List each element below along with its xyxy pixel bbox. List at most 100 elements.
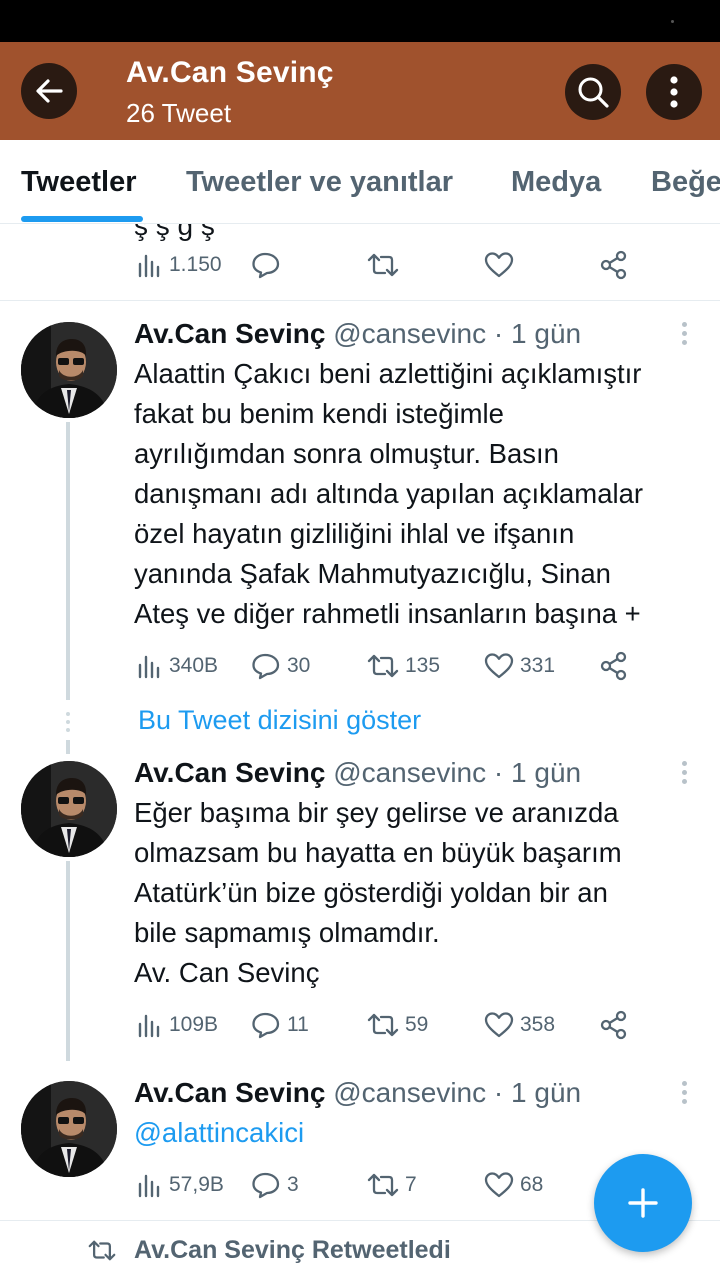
tweet-actions: 1.150 (137, 248, 637, 282)
like-button[interactable] (484, 248, 520, 282)
like-button[interactable]: 68 (484, 1168, 543, 1202)
tweet-header: Av.Can Sevinç @cansevinc · 1 gün (134, 1077, 581, 1109)
reply-icon (252, 252, 280, 279)
retweet-icon (367, 1173, 399, 1197)
author-handle[interactable]: @cansevinc (333, 318, 486, 349)
analytics-icon (138, 254, 160, 278)
status-bar (0, 0, 720, 42)
avatar[interactable] (21, 761, 117, 857)
tweet-line: ayrılığımdan sonra olmuştur. Basın (134, 438, 559, 469)
profile-header: Av.Can Sevinç 26 Tweet (0, 42, 720, 140)
analytics-icon (138, 655, 160, 679)
views-count: 1.150 (169, 253, 222, 276)
tweet-feed[interactable]: ş ş ğ ş 1.150 Av.Can Sevinç @cansevinc ·… (0, 224, 720, 1280)
compose-tweet-button[interactable] (594, 1154, 692, 1252)
reply-button[interactable]: 30 (251, 649, 310, 683)
reply-count: 3 (287, 1173, 299, 1196)
status-indicator (671, 20, 674, 23)
tab-media[interactable]: Medya (511, 166, 601, 199)
tweet-count: 26 Tweet (126, 98, 232, 128)
reply-button[interactable]: 3 (251, 1168, 299, 1202)
profile-photo (21, 1081, 117, 1177)
tweet-text: @alattincakici (134, 1113, 704, 1153)
retweeted-indicator: Av.Can Sevinç Retweetledi (88, 1236, 451, 1265)
heart-icon (484, 252, 514, 278)
mention-link[interactable]: @alattincakici (134, 1117, 304, 1148)
tweet-line: bile sapmamış olmamdır. (134, 917, 440, 948)
tab-tweets-and-replies[interactable]: Tweetler ve yanıtlar (186, 166, 453, 199)
arrow-left-icon (36, 79, 63, 103)
tweet-line: Eğer başıma bir şey gelirse ve aranızda (134, 797, 619, 828)
tweet-actions: 57,9B 3 7 68 (137, 1168, 637, 1202)
more-options-button[interactable] (646, 64, 702, 120)
avatar[interactable] (21, 1081, 117, 1177)
back-button[interactable] (21, 63, 77, 119)
thread-line (66, 861, 70, 1061)
active-tab-indicator (21, 216, 143, 222)
views-count: 57,9B (169, 1173, 224, 1196)
retweet-button[interactable]: 59 (367, 1008, 428, 1042)
views-button[interactable]: 340B (137, 649, 218, 683)
share-button[interactable] (599, 649, 629, 683)
meta-separator: · (493, 757, 504, 788)
retweet-button[interactable] (367, 248, 405, 282)
profile-photo (21, 322, 117, 418)
reply-count: 30 (287, 654, 311, 677)
thread-line (66, 740, 70, 754)
retweet-button[interactable]: 7 (367, 1168, 417, 1202)
views-button[interactable]: 109B (137, 1008, 218, 1042)
retweet-button[interactable]: 135 (367, 649, 440, 683)
reply-count: 11 (287, 1013, 309, 1036)
reply-button[interactable] (251, 248, 287, 282)
tweet-line: Av. Can Sevinç (134, 957, 320, 988)
retweet-icon (367, 253, 399, 277)
tweet-menu-button[interactable] (680, 761, 688, 788)
like-button[interactable]: 358 (484, 1008, 555, 1042)
retweet-icon (88, 1240, 116, 1261)
heart-icon (484, 653, 514, 679)
reply-button[interactable]: 11 (251, 1008, 309, 1042)
search-button[interactable] (565, 64, 621, 120)
reply-icon (252, 1172, 280, 1199)
like-button[interactable]: 331 (484, 649, 555, 683)
tweet-line: danışmanı adı altında yapılan açıklamala… (134, 478, 644, 509)
show-thread-link[interactable]: Bu Tweet dizisini göster (138, 705, 421, 736)
tweet-line: fakat bu benim kendi isteğimle (134, 398, 504, 429)
tweet-menu-button[interactable] (680, 1081, 688, 1108)
share-icon (600, 1010, 627, 1040)
analytics-icon (138, 1014, 160, 1038)
views-count: 340B (169, 654, 219, 677)
tweet-actions: 340B 30 135 331 (137, 649, 637, 683)
avatar[interactable] (21, 322, 117, 418)
meta-separator: · (493, 318, 504, 349)
author-handle[interactable]: @cansevinc (333, 757, 486, 788)
share-button[interactable] (599, 1008, 629, 1042)
profile-name: Av.Can Sevinç (126, 56, 334, 89)
views-button[interactable]: 1.150 (137, 248, 222, 282)
heart-icon (484, 1172, 514, 1198)
author-name[interactable]: Av.Can Sevinç (134, 318, 325, 349)
tweet-text: Eğer başıma bir şey gelirse ve aranızda … (134, 793, 704, 993)
retweet-icon (367, 654, 399, 678)
retweet-icon (367, 1013, 399, 1037)
tweet-divider (0, 300, 720, 301)
author-name[interactable]: Av.Can Sevinç (134, 757, 325, 788)
tab-tweets[interactable]: Tweetler (21, 166, 137, 199)
share-button[interactable] (599, 248, 629, 282)
tweet-line: yanında Şafak Mahmutyazıcığlu, Sinan (134, 558, 611, 589)
meta-separator: · (493, 1077, 504, 1108)
tweet-line: özel hayatın gizliliğini ihlal ve ifşanı… (134, 518, 575, 549)
tab-likes[interactable]: Beğeniler (651, 166, 720, 199)
views-button[interactable]: 57,9B (137, 1168, 224, 1202)
author-name[interactable]: Av.Can Sevinç (134, 1077, 325, 1108)
tweet-text: Alaattin Çakıcı beni azlettiğini açıklam… (134, 354, 704, 634)
more-vertical-icon (670, 76, 678, 108)
tweet-menu-button[interactable] (680, 322, 688, 349)
partial-tweet-text: ş ş ğ ş (134, 224, 215, 241)
tweet-time: 1 gün (511, 757, 582, 788)
like-count: 331 (520, 654, 556, 677)
tweet-header: Av.Can Sevinç @cansevinc · 1 gün (134, 318, 581, 350)
thread-line (66, 422, 70, 700)
tweet-actions: 109B 11 59 358 (137, 1008, 637, 1042)
author-handle[interactable]: @cansevinc (333, 1077, 486, 1108)
